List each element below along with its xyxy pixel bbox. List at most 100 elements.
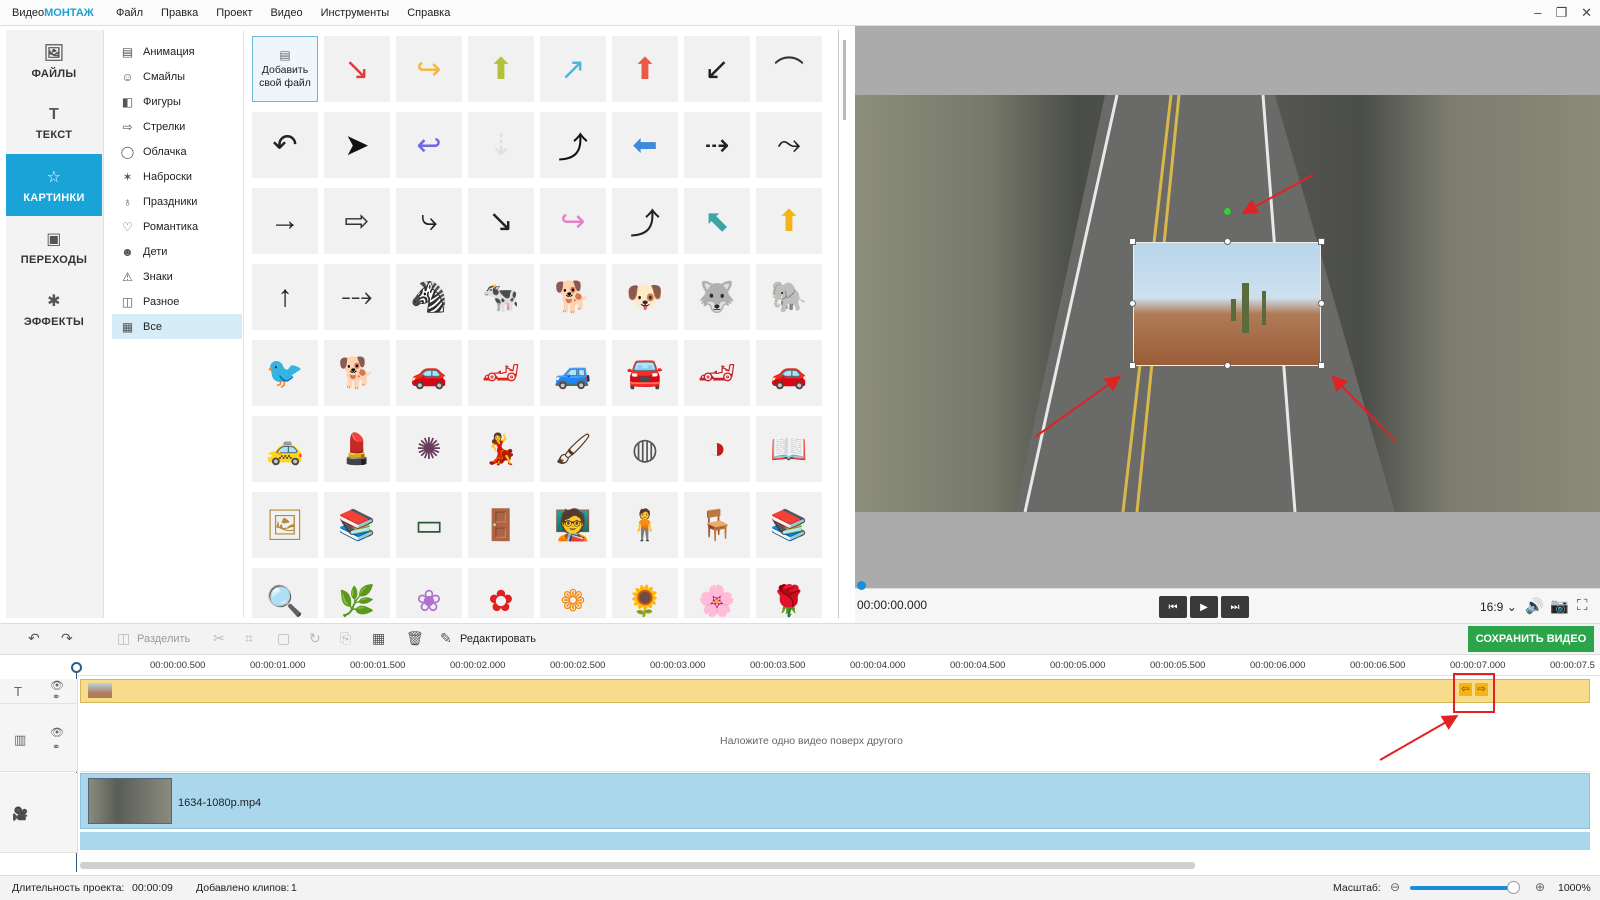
timeline-scrollbar[interactable] <box>80 862 1195 869</box>
u-turn-arrow[interactable]: ⤴ <box>612 188 678 254</box>
teal-diagonal-arrow[interactable]: ⬉ <box>684 188 750 254</box>
link-icon[interactable]: ⚭ <box>52 692 60 703</box>
blue-trend-arrow[interactable]: ↗ <box>540 36 606 102</box>
overlay-link-icon[interactable]: ⚭ <box>52 742 60 753</box>
dotted-curve-arrow[interactable]: ⤳ <box>756 112 822 178</box>
yellow-car-picture[interactable]: 🚕 <box>252 416 318 482</box>
sketch-curved-arrow[interactable]: ↙ <box>684 36 750 102</box>
resize-handle-bottom[interactable] <box>1224 362 1231 369</box>
cow-picture[interactable]: 🐄 <box>468 264 534 330</box>
red-sports-car-picture[interactable]: 🏎 <box>468 340 534 406</box>
red-zigzag-arrow[interactable]: ↘ <box>324 36 390 102</box>
resize-handle-top[interactable] <box>1224 238 1231 245</box>
door-figure-picture[interactable]: 🚪 <box>468 492 534 558</box>
save-video-button[interactable]: СОХРАНИТЬ ВИДЕО <box>1468 626 1594 652</box>
resize-handle-bottom-right[interactable] <box>1318 362 1325 369</box>
outline-right-arrow[interactable]: ⇨ <box>324 188 390 254</box>
menu-help[interactable]: Справка <box>407 7 450 19</box>
audio-track[interactable] <box>80 832 1590 850</box>
rotate-handle[interactable] <box>1223 207 1232 216</box>
minimize-button[interactable]: – <box>1534 5 1541 21</box>
plant-picture[interactable]: 🌿 <box>324 568 390 618</box>
add-own-file-button[interactable]: ▤ Добавить свой файл <box>252 36 318 102</box>
purple-bird-picture[interactable]: 🐦 <box>252 340 318 406</box>
eyeshadow-palette-picture[interactable]: ✺ <box>396 416 462 482</box>
dotted-diagonal-arrow[interactable]: ⤏ <box>324 264 390 330</box>
menu-project[interactable]: Проект <box>216 7 252 19</box>
copy-icon[interactable]: ⎘ <box>340 630 351 647</box>
gallery-scrollbar[interactable] <box>843 40 846 120</box>
category-item[interactable]: ▤ Анимация <box>104 39 243 64</box>
sunflower-picture[interactable]: 🌻 <box>612 568 678 618</box>
orange-car-picture[interactable]: 🚗 <box>396 340 462 406</box>
zoom-slider[interactable] <box>1410 886 1518 890</box>
delete-icon[interactable]: 🗑 <box>406 630 424 647</box>
category-item[interactable]: ◯ Облачка <box>104 139 243 164</box>
black-swoosh-arrow[interactable]: ⤴ <box>540 112 606 178</box>
redo-icon[interactable]: ↷ <box>61 630 73 647</box>
rotate-icon[interactable]: ↻ <box>309 630 321 647</box>
snapshot-camera-icon[interactable]: 📷 <box>1550 597 1569 615</box>
curved-down-right-arrow[interactable]: ⤷ <box>396 188 462 254</box>
dalmatian-cartoon-picture[interactable]: 🐶 <box>612 264 678 330</box>
overlay-eye-icon[interactable]: 👁 <box>50 726 64 739</box>
category-item[interactable]: ▦ Все <box>112 314 242 339</box>
picture-frame-picture[interactable]: 🖼 <box>252 492 318 558</box>
dashed-right-arrow[interactable]: ⇢ <box>684 112 750 178</box>
pink-curve-arrow[interactable]: ↪ <box>540 188 606 254</box>
open-book-picture[interactable]: 📖 <box>756 416 822 482</box>
right-arrow[interactable]: → <box>252 188 318 254</box>
blue-car-picture[interactable]: 🚙 <box>540 340 606 406</box>
green-car-picture[interactable]: 🚗 <box>756 340 822 406</box>
purple-hook-arrow[interactable]: ↩ <box>396 112 462 178</box>
zoom-out-icon[interactable]: ⊖ <box>1390 880 1400 894</box>
category-item[interactable]: ✶ Наброски <box>104 164 243 189</box>
makeup-kit-picture[interactable]: ◑ <box>684 416 750 482</box>
book-stack-picture[interactable]: 📚 <box>324 492 390 558</box>
red-flower-picture[interactable]: ✿ <box>468 568 534 618</box>
red-up-arrow[interactable]: ⬆ <box>612 36 678 102</box>
resize-handle-top-right[interactable] <box>1318 238 1325 245</box>
trim-right-arrow-icon[interactable]: ⇨ <box>1475 683 1488 696</box>
nav-effects[interactable]: ✱ ЭФФЕКТЫ <box>6 278 102 340</box>
eye-icon[interactable]: 👁 <box>50 679 64 692</box>
cut-icon[interactable]: ✂ <box>213 630 225 647</box>
pink-rose-picture[interactable]: 🌸 <box>684 568 750 618</box>
frame-icon[interactable]: ▢ <box>277 630 290 647</box>
green-up-arrow[interactable]: ⬆ <box>468 36 534 102</box>
woman-figure-picture[interactable]: 💃 <box>468 416 534 482</box>
blue-left-arrow[interactable]: ⬅ <box>612 112 678 178</box>
restore-button[interactable]: ❐ <box>1555 5 1567 21</box>
menu-video[interactable]: Видео <box>270 7 302 19</box>
aspect-ratio-select[interactable]: 16:9 ⌄ <box>1480 600 1517 614</box>
category-item[interactable]: ☻ Дети <box>104 239 243 264</box>
category-item[interactable]: ♁ Праздники <box>104 189 243 214</box>
thin-up-arrow[interactable]: ↑ <box>252 264 318 330</box>
play-button[interactable]: ▶ <box>1190 596 1218 618</box>
cartoon-dog-picture[interactable]: 🐕 <box>324 340 390 406</box>
orange-gerbera-picture[interactable]: ❁ <box>540 568 606 618</box>
nav-text[interactable]: T ТЕКСТ <box>6 92 102 154</box>
red-rose-picture[interactable]: 🌹 <box>756 568 822 618</box>
fullscreen-icon[interactable]: ⛶ <box>1577 597 1588 614</box>
trim-left-arrow-icon[interactable]: ⇦ <box>1459 683 1472 696</box>
crop-icon[interactable]: ⌗ <box>245 630 253 647</box>
picture-track-clip[interactable] <box>80 679 1590 703</box>
edit-button[interactable]: Редактировать <box>460 633 536 645</box>
white-car-picture[interactable]: 🚘 <box>612 340 678 406</box>
elephant-picture[interactable]: 🐘 <box>756 264 822 330</box>
resize-handle-bottom-left[interactable] <box>1129 362 1136 369</box>
resize-handle-left[interactable] <box>1129 300 1136 307</box>
category-item[interactable]: ♡ Романтика <box>104 214 243 239</box>
cursor-click-arrow[interactable]: ➤ <box>324 112 390 178</box>
category-item[interactable]: ⚠ Знаки <box>104 264 243 289</box>
books-tower-picture[interactable]: 📚 <box>756 492 822 558</box>
long-curve-arrow[interactable]: ↘ <box>468 188 534 254</box>
category-item[interactable]: ◫ Разное <box>104 289 243 314</box>
lipsticks-picture[interactable]: 💄 <box>324 416 390 482</box>
yellow-curved-arrow[interactable]: ↪ <box>396 36 462 102</box>
thin-curve-arrow[interactable]: ⌒ <box>756 36 822 102</box>
previous-frame-button[interactable]: ⏮ <box>1159 596 1187 618</box>
resize-handle-right[interactable] <box>1318 300 1325 307</box>
zebra-picture[interactable]: 🦓 <box>396 264 462 330</box>
